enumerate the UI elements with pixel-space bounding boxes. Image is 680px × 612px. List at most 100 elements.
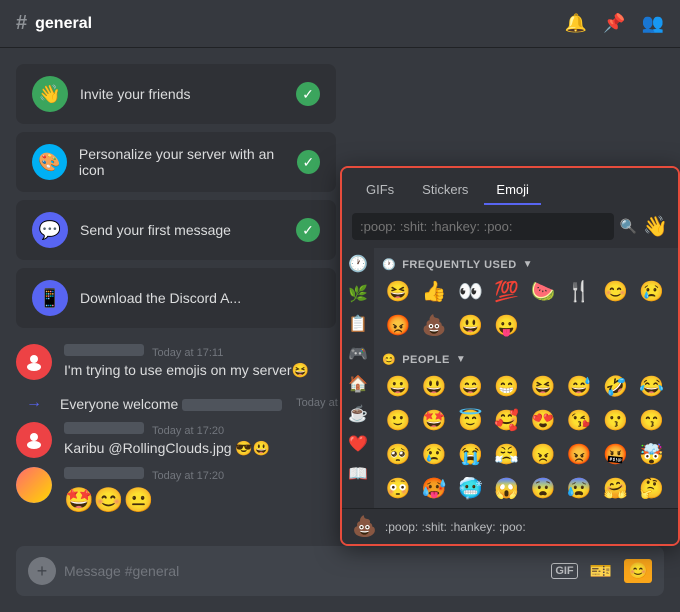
checklist-left: 👋 Invite your friends — [32, 76, 191, 112]
sidebar-leaf-icon[interactable]: 🌿 — [348, 284, 368, 304]
emoji-cell[interactable]: 😎 — [418, 506, 450, 508]
emoji-button[interactable]: 😊 — [624, 559, 652, 583]
timestamp-4: Today at 17:20 — [152, 470, 224, 482]
arrow-icon: → — [16, 394, 52, 412]
emoji-cell[interactable]: 🤬 — [600, 438, 632, 470]
sticker-button[interactable]: 🎫 — [590, 561, 612, 582]
emoji-cell[interactable]: 🤣 — [600, 370, 632, 402]
emoji-cell[interactable]: 😡 — [563, 438, 595, 470]
sidebar-home-icon[interactable]: 🏠 — [348, 374, 368, 394]
first-message-text: Send your first message — [80, 222, 231, 238]
sidebar-clock-icon[interactable]: 🕐 — [348, 254, 368, 274]
emoji-cell[interactable]: 🍉 — [527, 275, 559, 307]
emoji-cell[interactable]: 🥶 — [455, 472, 487, 504]
sidebar-clipboard-icon[interactable]: 📋 — [348, 314, 368, 334]
sidebar-coffee-icon[interactable]: ☕ — [348, 404, 368, 424]
download-icon: 📱 — [32, 280, 68, 316]
checklist-item-personalize[interactable]: 🎨 Personalize your server with an icon ✓ — [16, 132, 336, 192]
avatar-3 — [16, 422, 52, 458]
emoji-cell[interactable]: 🍔 — [636, 506, 668, 508]
system-text-2: Everyone welcome — [60, 395, 282, 415]
emoji-cell[interactable]: 🤗 — [600, 472, 632, 504]
emoji-content: 🕐 FREQUENTLY USED ▼ 😆 👍 👀 💯 🍉 🍴 😊 😢 � — [374, 248, 678, 508]
emoji-cell[interactable]: 😢 — [418, 438, 450, 470]
emoji-cell[interactable]: 😗 — [600, 404, 632, 436]
sidebar-heart-icon[interactable]: ❤️ — [348, 434, 368, 454]
emoji-cell[interactable]: 😱 — [491, 472, 523, 504]
checklist-item-download[interactable]: 📱 Download the Discord A... — [16, 268, 336, 328]
checklist-item-first-message[interactable]: 💬 Send your first message ✓ — [16, 200, 336, 260]
tab-gifs[interactable]: GIFs — [354, 176, 406, 205]
emoji-cell[interactable]: 😀 — [382, 370, 414, 402]
gif-button[interactable]: GIF — [551, 563, 577, 579]
emoji-picker: GIFs Stickers Emoji 🔍 👋 🕐 🌿 📋 🎮 🏠 — [340, 166, 680, 546]
header-icons: 🔔 📌 👥 — [565, 13, 664, 34]
emoji-cell[interactable]: 👍 — [418, 275, 450, 307]
first-message-icon: 💬 — [32, 212, 68, 248]
emoji-cell[interactable]: 🤯 — [636, 438, 668, 470]
footer-emoji-preview: 💩 — [352, 514, 377, 539]
emoji-cell[interactable]: 💯 — [491, 275, 523, 307]
frequently-used-label: FREQUENTLY USED — [402, 259, 516, 271]
username-blur-3 — [64, 422, 144, 434]
bell-icon[interactable]: 🔔 — [565, 13, 587, 34]
emoji-cell[interactable]: 😨 — [527, 472, 559, 504]
emoji-cell[interactable]: 😃 — [455, 309, 487, 341]
emoji-cell[interactable]: 😳 — [382, 472, 414, 504]
emoji-cell[interactable]: 🤔 — [636, 472, 668, 504]
tab-stickers[interactable]: Stickers — [410, 176, 480, 205]
emoji-cell[interactable]: 🥰 — [491, 404, 523, 436]
sidebar-game-icon[interactable]: 🎮 — [348, 344, 368, 364]
invite-check: ✓ — [296, 82, 320, 106]
checklist-item-invite[interactable]: 👋 Invite your friends ✓ — [16, 64, 336, 124]
emoji-cell[interactable]: 🌮 — [563, 506, 595, 508]
username-blur-1 — [64, 344, 144, 356]
emoji-cell[interactable]: 😊 — [600, 275, 632, 307]
emoji-cell[interactable]: 🤩 — [418, 404, 450, 436]
emoji-cell[interactable]: 😍 — [527, 404, 559, 436]
emoji-cell[interactable]: 😛 — [491, 309, 523, 341]
emoji-cell[interactable]: 🥺 — [382, 438, 414, 470]
section-frequently-used[interactable]: 🕐 FREQUENTLY USED ▼ — [382, 254, 670, 275]
emoji-cell[interactable]: 😇 — [455, 404, 487, 436]
tab-emoji[interactable]: Emoji — [484, 176, 541, 205]
emoji-cell[interactable]: 😠 — [527, 438, 559, 470]
message-placeholder[interactable]: Message #general — [64, 563, 543, 579]
emoji-cell[interactable]: 😰 — [563, 472, 595, 504]
emoji-cell[interactable]: 😡 — [382, 309, 414, 341]
people-grid: 😀 😃 😄 😁 😆 😅 🤣 😂 🙂 🤩 😇 🥰 😍 😘 — [382, 370, 670, 508]
emoji-cell[interactable]: 😆 — [527, 370, 559, 402]
chevron-down-icon: ▼ — [523, 259, 533, 270]
emoji-search-input[interactable] — [352, 213, 614, 240]
section-people[interactable]: 😊 PEOPLE ▼ — [382, 349, 670, 370]
emoji-cell[interactable]: 😂 — [636, 370, 668, 402]
emoji-cell[interactable]: 🥵 — [418, 472, 450, 504]
add-attachment-button[interactable]: + — [28, 557, 56, 585]
members-icon[interactable]: 👥 — [642, 13, 664, 34]
emoji-cell[interactable]: 😘 — [563, 404, 595, 436]
emoji-cell[interactable]: 😢 — [636, 275, 668, 307]
emoji-cell[interactable]: 🍴 — [563, 275, 595, 307]
pin-icon[interactable]: 📌 — [603, 13, 625, 34]
wave-emoji-icon[interactable]: 👋 — [643, 214, 668, 239]
emoji-cell[interactable]: 🤓 — [455, 506, 487, 508]
emoji-picker-tabs: GIFs Stickers Emoji — [342, 168, 678, 205]
emoji-cell[interactable]: 😭 — [455, 438, 487, 470]
emoji-cell[interactable]: 🙂 — [382, 404, 414, 436]
emoji-cell[interactable]: 🍕 — [527, 506, 559, 508]
emoji-cell[interactable]: 👀 — [455, 275, 487, 307]
emoji-cell[interactable]: 🧐 — [382, 506, 414, 508]
sidebar-book-icon[interactable]: 📖 — [348, 464, 368, 484]
avatar-1 — [16, 344, 52, 380]
emoji-cell[interactable]: 😙 — [636, 404, 668, 436]
emoji-cell[interactable]: 😆 — [382, 275, 414, 307]
emoji-cell[interactable]: 🌯 — [600, 506, 632, 508]
emoji-cell[interactable]: 🥸 — [491, 506, 523, 508]
emoji-cell[interactable]: 💩 — [418, 309, 450, 341]
emoji-cell[interactable]: 😄 — [455, 370, 487, 402]
emoji-cell[interactable]: 😅 — [563, 370, 595, 402]
emoji-cell[interactable]: 😁 — [491, 370, 523, 402]
header: # general 🔔 📌 👥 — [0, 0, 680, 48]
emoji-cell[interactable]: 😤 — [491, 438, 523, 470]
emoji-cell[interactable]: 😃 — [418, 370, 450, 402]
